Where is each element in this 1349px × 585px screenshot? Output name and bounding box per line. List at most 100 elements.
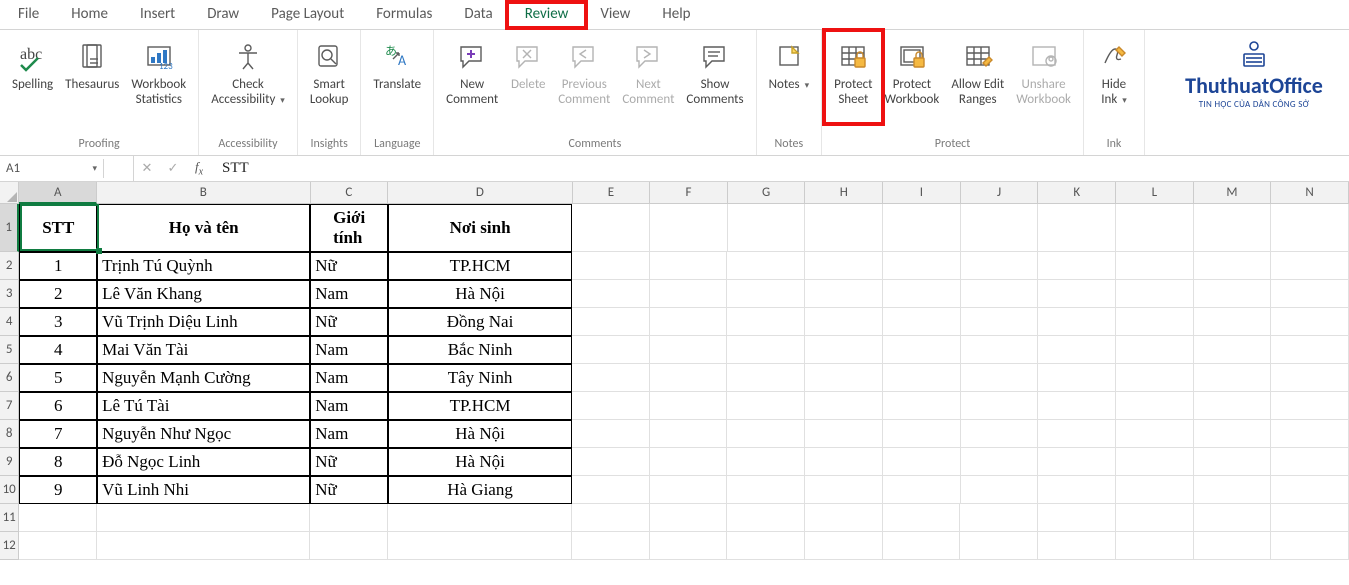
cell-E10[interactable] (572, 476, 650, 504)
cell-J7[interactable] (961, 392, 1039, 420)
cell-D8[interactable]: Hà Nội (388, 420, 572, 448)
cell-N7[interactable] (1271, 392, 1349, 420)
cell-D1[interactable]: Nơi sinh (388, 204, 572, 252)
notes-button[interactable]: Notes ▾ (763, 34, 816, 95)
cell-F3[interactable] (650, 280, 728, 308)
cell-C11[interactable] (310, 504, 388, 532)
cell-K8[interactable] (1038, 420, 1116, 448)
cell-H2[interactable] (805, 252, 883, 280)
cell-N5[interactable] (1271, 336, 1349, 364)
column-header-L[interactable]: L (1116, 182, 1194, 204)
cell-K11[interactable] (1038, 504, 1116, 532)
cell-L9[interactable] (1116, 448, 1194, 476)
cell-A5[interactable]: 4 (19, 336, 97, 364)
column-header-G[interactable]: G (728, 182, 806, 204)
cell-E2[interactable] (572, 252, 650, 280)
cell-B9[interactable]: Đỗ Ngọc Linh (97, 448, 310, 476)
cell-C12[interactable] (310, 532, 388, 560)
cell-B7[interactable]: Lê Tú Tài (97, 392, 310, 420)
row-header-9[interactable]: 9 (0, 448, 19, 476)
column-header-I[interactable]: I (883, 182, 961, 204)
cell-G7[interactable] (727, 392, 805, 420)
column-header-J[interactable]: J (961, 182, 1039, 204)
cell-D7[interactable]: TP.HCM (388, 392, 572, 420)
fx-icon[interactable]: fx (186, 159, 212, 178)
protectsheet-button[interactable]: ProtectSheet (828, 34, 878, 110)
cell-A12[interactable] (19, 532, 97, 560)
hideink-button[interactable]: HideInk ▾ (1090, 34, 1138, 110)
cell-L6[interactable] (1116, 364, 1194, 392)
cell-N11[interactable] (1271, 504, 1349, 532)
cell-M2[interactable] (1194, 252, 1272, 280)
cell-L1[interactable] (1116, 204, 1194, 252)
cell-A3[interactable]: 2 (19, 280, 97, 308)
cell-L4[interactable] (1116, 308, 1194, 336)
cell-B6[interactable]: Nguyễn Mạnh Cường (97, 364, 310, 392)
cell-D12[interactable] (388, 532, 572, 560)
tab-insert[interactable]: Insert (124, 0, 191, 29)
cell-I7[interactable] (883, 392, 961, 420)
cell-I4[interactable] (883, 308, 961, 336)
row-header-5[interactable]: 5 (0, 336, 19, 364)
cell-F6[interactable] (650, 364, 728, 392)
cell-H6[interactable] (805, 364, 883, 392)
cell-C3[interactable]: Nam (310, 280, 388, 308)
cell-C1[interactable]: Giớitính (310, 204, 388, 252)
row-header-11[interactable]: 11 (0, 504, 19, 532)
cell-I6[interactable] (883, 364, 961, 392)
cell-E9[interactable] (572, 448, 650, 476)
tab-formulas[interactable]: Formulas (360, 0, 448, 29)
cell-D11[interactable] (388, 504, 572, 532)
cell-B11[interactable] (97, 504, 310, 532)
protectwb-button[interactable]: ProtectWorkbook (879, 34, 946, 110)
cell-D10[interactable]: Hà Giang (388, 476, 572, 504)
alloweditranges-button[interactable]: Allow EditRanges (945, 34, 1010, 110)
cell-L5[interactable] (1116, 336, 1194, 364)
cell-K1[interactable] (1038, 204, 1116, 252)
cell-J8[interactable] (961, 420, 1039, 448)
cell-M4[interactable] (1194, 308, 1272, 336)
cell-K10[interactable] (1038, 476, 1116, 504)
tab-page-layout[interactable]: Page Layout (255, 0, 360, 29)
tab-review[interactable]: Review (509, 0, 585, 29)
cell-D3[interactable]: Hà Nội (388, 280, 572, 308)
cell-K4[interactable] (1038, 308, 1116, 336)
cell-J5[interactable] (961, 336, 1039, 364)
cell-K3[interactable] (1038, 280, 1116, 308)
cell-M1[interactable] (1194, 204, 1272, 252)
cell-I9[interactable] (883, 448, 961, 476)
cell-I10[interactable] (883, 476, 961, 504)
tab-home[interactable]: Home (55, 0, 124, 29)
row-header-3[interactable]: 3 (0, 280, 19, 308)
cell-D4[interactable]: Đồng Nai (388, 308, 572, 336)
column-header-E[interactable]: E (573, 182, 651, 204)
row-header-6[interactable]: 6 (0, 364, 19, 392)
cell-F12[interactable] (650, 532, 728, 560)
formula-input[interactable]: STT (212, 158, 1349, 179)
cell-N6[interactable] (1271, 364, 1349, 392)
cell-A8[interactable]: 7 (19, 420, 97, 448)
row-header-7[interactable]: 7 (0, 392, 19, 420)
wbstats-button[interactable]: 123WorkbookStatistics (125, 34, 192, 110)
cell-B8[interactable]: Nguyễn Như Ngọc (97, 420, 310, 448)
cell-F8[interactable] (650, 420, 728, 448)
cell-F9[interactable] (650, 448, 728, 476)
cell-B1[interactable]: Họ và tên (97, 204, 310, 252)
column-header-M[interactable]: M (1194, 182, 1272, 204)
cell-F2[interactable] (650, 252, 728, 280)
cell-I1[interactable] (883, 204, 961, 252)
cell-M3[interactable] (1194, 280, 1272, 308)
column-header-C[interactable]: C (311, 182, 389, 204)
row-header-12[interactable]: 12 (0, 532, 19, 560)
cell-K9[interactable] (1038, 448, 1116, 476)
cell-B4[interactable]: Vũ Trịnh Diệu Linh (97, 308, 310, 336)
cancel-formula-icon[interactable]: ✕ (134, 161, 160, 176)
cell-N10[interactable] (1271, 476, 1349, 504)
cell-G3[interactable] (727, 280, 805, 308)
cell-G2[interactable] (727, 252, 805, 280)
cell-F5[interactable] (650, 336, 728, 364)
cell-C2[interactable]: Nữ (310, 252, 388, 280)
cell-A11[interactable] (19, 504, 97, 532)
cell-E4[interactable] (572, 308, 650, 336)
cell-M11[interactable] (1194, 504, 1272, 532)
